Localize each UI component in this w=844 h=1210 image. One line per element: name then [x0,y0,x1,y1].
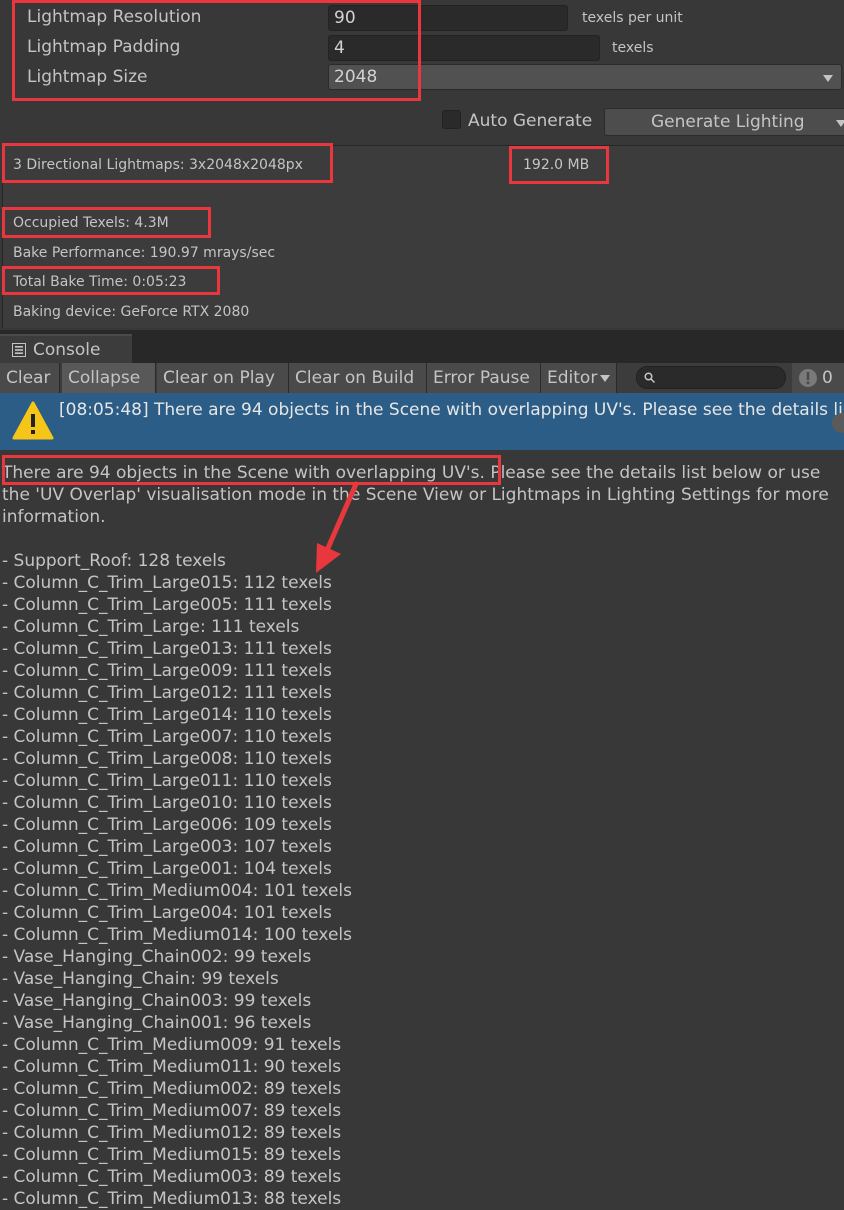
console-detail-line: - Column_C_Trim_Large013: 111 texels [2,639,332,659]
console-detail-line [2,528,844,550]
auto-generate-label: Auto Generate [468,111,593,131]
console-detail-line: - Column_C_Trim_Large011: 110 texels [2,771,332,791]
editor-dropdown-label: Editor [547,368,598,388]
lighting-settings-panel: Lightmap Resolution 90 texels per unit L… [0,0,844,145]
console-detail-line: - Vase_Hanging_Chain001: 96 texels [2,1013,312,1033]
console-detail-line: - Support_Roof: 128 texels [2,551,226,571]
console-detail-area: There are 94 objects in the Scene with o… [0,450,844,1209]
console-detail-line: - Column_C_Trim_Medium012: 89 texels [2,1123,342,1143]
console-entry-text: [08:05:48] There are 94 objects in the S… [59,400,844,420]
console-detail-line: - Column_C_Trim_Large004: 101 texels [2,903,332,923]
annotation-box-message [2,455,501,485]
console-detail-line: information. [2,507,106,527]
console-detail-line: - Vase_Hanging_Chain002: 99 texels [2,947,312,967]
error-pause-button[interactable]: Error Pause [427,363,541,393]
console-detail-line: - Column_C_Trim_Medium009: 91 texels [2,1035,342,1055]
console-detail-line: - Column_C_Trim_Large014: 110 texels [2,705,332,725]
console-detail-line: - Column_C_Trim_Large012: 111 texels [2,683,332,703]
console-detail-line: - Column_C_Trim_Large010: 110 texels [2,793,332,813]
console-tab-label: Console [33,340,101,360]
generate-lighting-button[interactable]: Generate Lighting [604,108,844,136]
warning-icon [12,401,54,440]
collapse-button[interactable]: Collapse [62,363,156,393]
console-detail-line: - Column_C_Trim_Large005: 111 texels [2,595,332,615]
warning-count: 0 [822,368,833,388]
console-detail-line: - Column_C_Trim_Medium014: 100 texels [2,925,352,945]
console-detail-line: - Column_C_Trim_Medium004: 101 texels [2,881,352,901]
auto-generate-checkbox[interactable] [442,110,461,129]
console-detail-line: - Column_C_Trim_Large009: 111 texels [2,661,332,681]
annotation-box-occupied [2,207,211,238]
console-detail-line: - Column_C_Trim_Large: 111 texels [2,617,300,637]
console-detail-line: - Column_C_Trim_Medium011: 90 texels [2,1057,342,1077]
lightmap-resolution-unit: texels per unit [582,10,683,26]
annotation-box-memory [509,146,609,184]
console-detail-line: - Column_C_Trim_Medium013: 88 texels [2,1189,342,1209]
chevron-down-icon [836,120,844,127]
search-icon [644,372,655,383]
annotation-box-settings [12,0,421,101]
warning-toggle-icon [799,369,817,387]
console-detail-line: - Column_C_Trim_Large008: 110 texels [2,749,332,769]
console-detail-line: - Vase_Hanging_Chain003: 99 texels [2,991,312,1011]
console-detail-line: - Vase_Hanging_Chain: 99 texels [2,969,279,989]
console-search-input[interactable] [636,366,786,389]
console-detail-line: - Column_C_Trim_Medium007: 89 texels [2,1101,342,1121]
lightmap-padding-unit: texels [612,40,654,56]
chevron-down-icon [823,75,833,82]
baking-device-stat: Baking device: GeForce RTX 2080 [13,304,250,320]
console-detail-text: There are 94 objects in the Scene with o… [2,462,844,1210]
console-detail-line: the 'UV Overlap' visualisation mode in t… [2,485,829,505]
console-detail-line: - Column_C_Trim_Large015: 112 texels [2,573,332,593]
console-detail-line: - Column_C_Trim_Medium015: 89 texels [2,1145,342,1165]
console-detail-line: - Column_C_Trim_Large001: 104 texels [2,859,332,879]
annotation-box-bake-time [2,266,220,295]
console-detail-line: - Column_C_Trim_Medium002: 89 texels [2,1079,342,1099]
tab-console[interactable]: Console [0,334,132,363]
bake-performance-stat: Bake Performance: 190.97 mrays/sec [13,245,276,261]
clear-button[interactable]: Clear [0,363,60,393]
console-entry-selected[interactable]: [08:05:48] There are 94 objects in the S… [0,393,844,450]
annotation-box-lightmaps [2,143,333,183]
console-detail-line: - Column_C_Trim_Large003: 107 texels [2,837,332,857]
clear-on-build-button[interactable]: Clear on Build [289,363,427,393]
console-icon [12,343,26,357]
clear-on-play-button[interactable]: Clear on Play [157,363,289,393]
console-detail-line: - Column_C_Trim_Large006: 109 texels [2,815,332,835]
entry-count-badge [832,413,844,433]
console-detail-line: - Column_C_Trim_Medium003: 89 texels [2,1167,342,1187]
chevron-down-icon [600,375,610,382]
warning-count-toggle[interactable]: 0 [792,363,844,393]
console-detail-line: - Column_C_Trim_Large007: 110 texels [2,727,332,747]
editor-dropdown[interactable]: Editor [541,363,617,393]
generate-lighting-label: Generate Lighting [651,112,805,132]
